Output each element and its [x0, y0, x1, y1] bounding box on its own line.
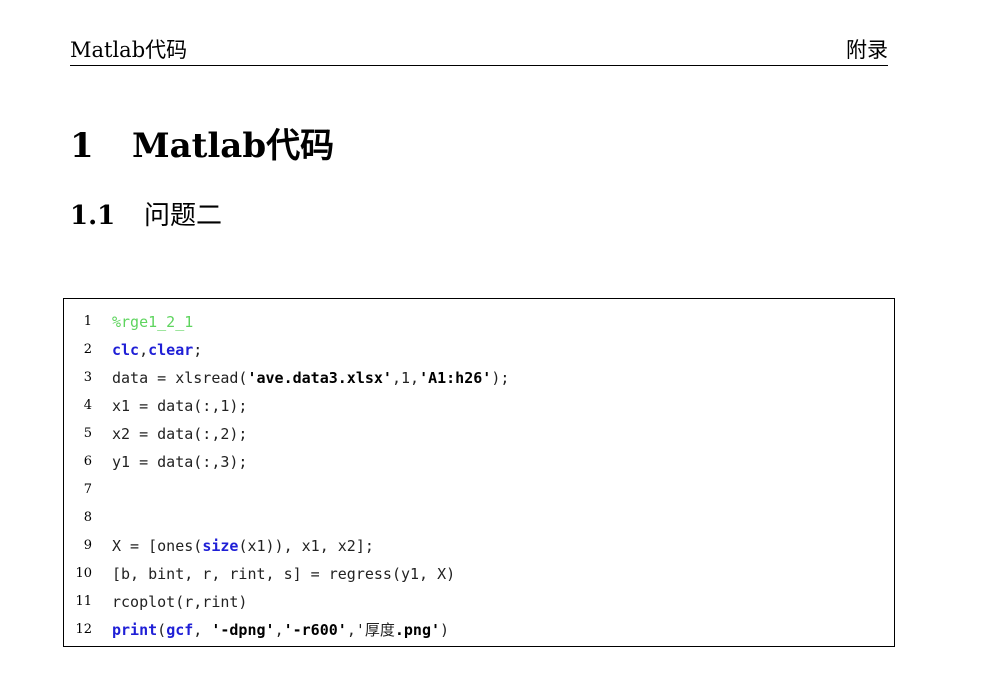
code-line: 10 [b, bint, r, rint, s] = regress(y1, X) [64, 560, 894, 588]
code-line: 1 %rge1_2_1 [64, 308, 894, 336]
code-line: 3 data = xlsread('ave.data3.xlsx',1,'A1:h… [64, 364, 894, 392]
code-text: clc,clear; [112, 336, 202, 364]
code-line: 9 X = [ones(size(x1)), x1, x2]; [64, 532, 894, 560]
code-token: clc [112, 341, 140, 359]
code-text: x2 = data(:,2); [112, 420, 247, 448]
line-number: 12 [75, 622, 92, 637]
code-line: 8 [64, 504, 894, 532]
code-text: X = [ones(size(x1)), x1, x2]; [112, 532, 374, 560]
code-token: , [139, 341, 149, 359]
code-listing: 1 %rge1_2_1 2 clc,clear; 3 data = xlsread('av… [63, 298, 895, 647]
line-number: 3 [83, 370, 92, 385]
line-number: 4 [83, 398, 92, 413]
code-text: x1 = data(:,1); [112, 392, 247, 420]
code-line: 12 print(gcf, '-dpng','-r600','厚度.png') [64, 616, 894, 644]
line-number: 5 [83, 426, 92, 441]
code-token: (x1)), x1, x2]; [238, 537, 374, 555]
subsection-title: 问题二 [144, 201, 223, 231]
code-token: ); [491, 369, 510, 387]
code-token: rcoplot(r,rint) [112, 593, 248, 611]
code-token: ,1, [391, 369, 420, 387]
code-text: data = xlsread('ave.data3.xlsx',1,'A1:h2… [112, 364, 509, 392]
code-token: ( [157, 621, 167, 639]
code-token: clear [148, 341, 194, 359]
code-token: print [112, 621, 158, 639]
code-token: X = [ones( [112, 537, 203, 555]
code-token: ,'厚度 [346, 621, 395, 639]
section-title: Matlab代码 [132, 126, 335, 166]
code-token: 'ave.data3.xlsx' [247, 369, 392, 387]
line-number: 9 [83, 538, 92, 553]
code-line: 2 clc,clear; [64, 336, 894, 364]
code-token: '-r600' [283, 621, 347, 639]
code-token: [b, bint, r, rint, s] = regress(y1, X) [112, 565, 456, 583]
code-token: , [193, 621, 212, 639]
code-line: 11 rcoplot(r,rint) [64, 588, 894, 616]
code-token: ; [193, 341, 203, 359]
line-number: 6 [83, 454, 92, 469]
line-number: 1 [83, 314, 92, 329]
code-line: 5 x2 = data(:,2); [64, 420, 894, 448]
code-line: 4 x1 = data(:,1); [64, 392, 894, 420]
code-token: data = xlsread( [112, 369, 248, 387]
line-number: 11 [75, 594, 92, 609]
subsection-heading: 1.1 问题二 [70, 195, 222, 232]
code-token: , [274, 621, 284, 639]
subsection-number: 1.1 [70, 201, 116, 231]
code-text: rcoplot(r,rint) [112, 588, 247, 616]
code-text: y1 = data(:,3); [112, 448, 247, 476]
code-token: %rge1_2_1 [112, 313, 194, 331]
code-token: x2 = data(:,2); [112, 425, 248, 443]
header-right-title: 附录 [846, 38, 888, 62]
line-number: 10 [75, 566, 92, 581]
code-line: 7 [64, 476, 894, 504]
line-number: 2 [83, 342, 92, 357]
code-token: '-dpng' [211, 621, 275, 639]
code-token: gcf [166, 621, 194, 639]
code-token: .png' [394, 621, 441, 639]
page-header: Matlab代码 附录 [70, 32, 888, 66]
header-left-title: Matlab代码 [70, 38, 188, 62]
code-token: y1 = data(:,3); [112, 453, 248, 471]
code-token: 'A1:h26' [419, 369, 492, 387]
code-text: [b, bint, r, rint, s] = regress(y1, X) [112, 560, 455, 588]
line-number: 7 [83, 482, 92, 497]
code-token: x1 = data(:,1); [112, 397, 248, 415]
code-text: %rge1_2_1 [112, 308, 193, 336]
code-lines: 1 %rge1_2_1 2 clc,clear; 3 data = xlsread('av… [64, 308, 894, 644]
code-token: ) [440, 621, 450, 639]
section-heading: 1 Matlab代码 [70, 118, 334, 167]
code-line: 6 y1 = data(:,3); [64, 448, 894, 476]
code-token: size [202, 537, 239, 555]
section-number: 1 [70, 126, 94, 166]
code-text: print(gcf, '-dpng','-r600','厚度.png') [112, 616, 449, 644]
line-number: 8 [83, 510, 92, 525]
